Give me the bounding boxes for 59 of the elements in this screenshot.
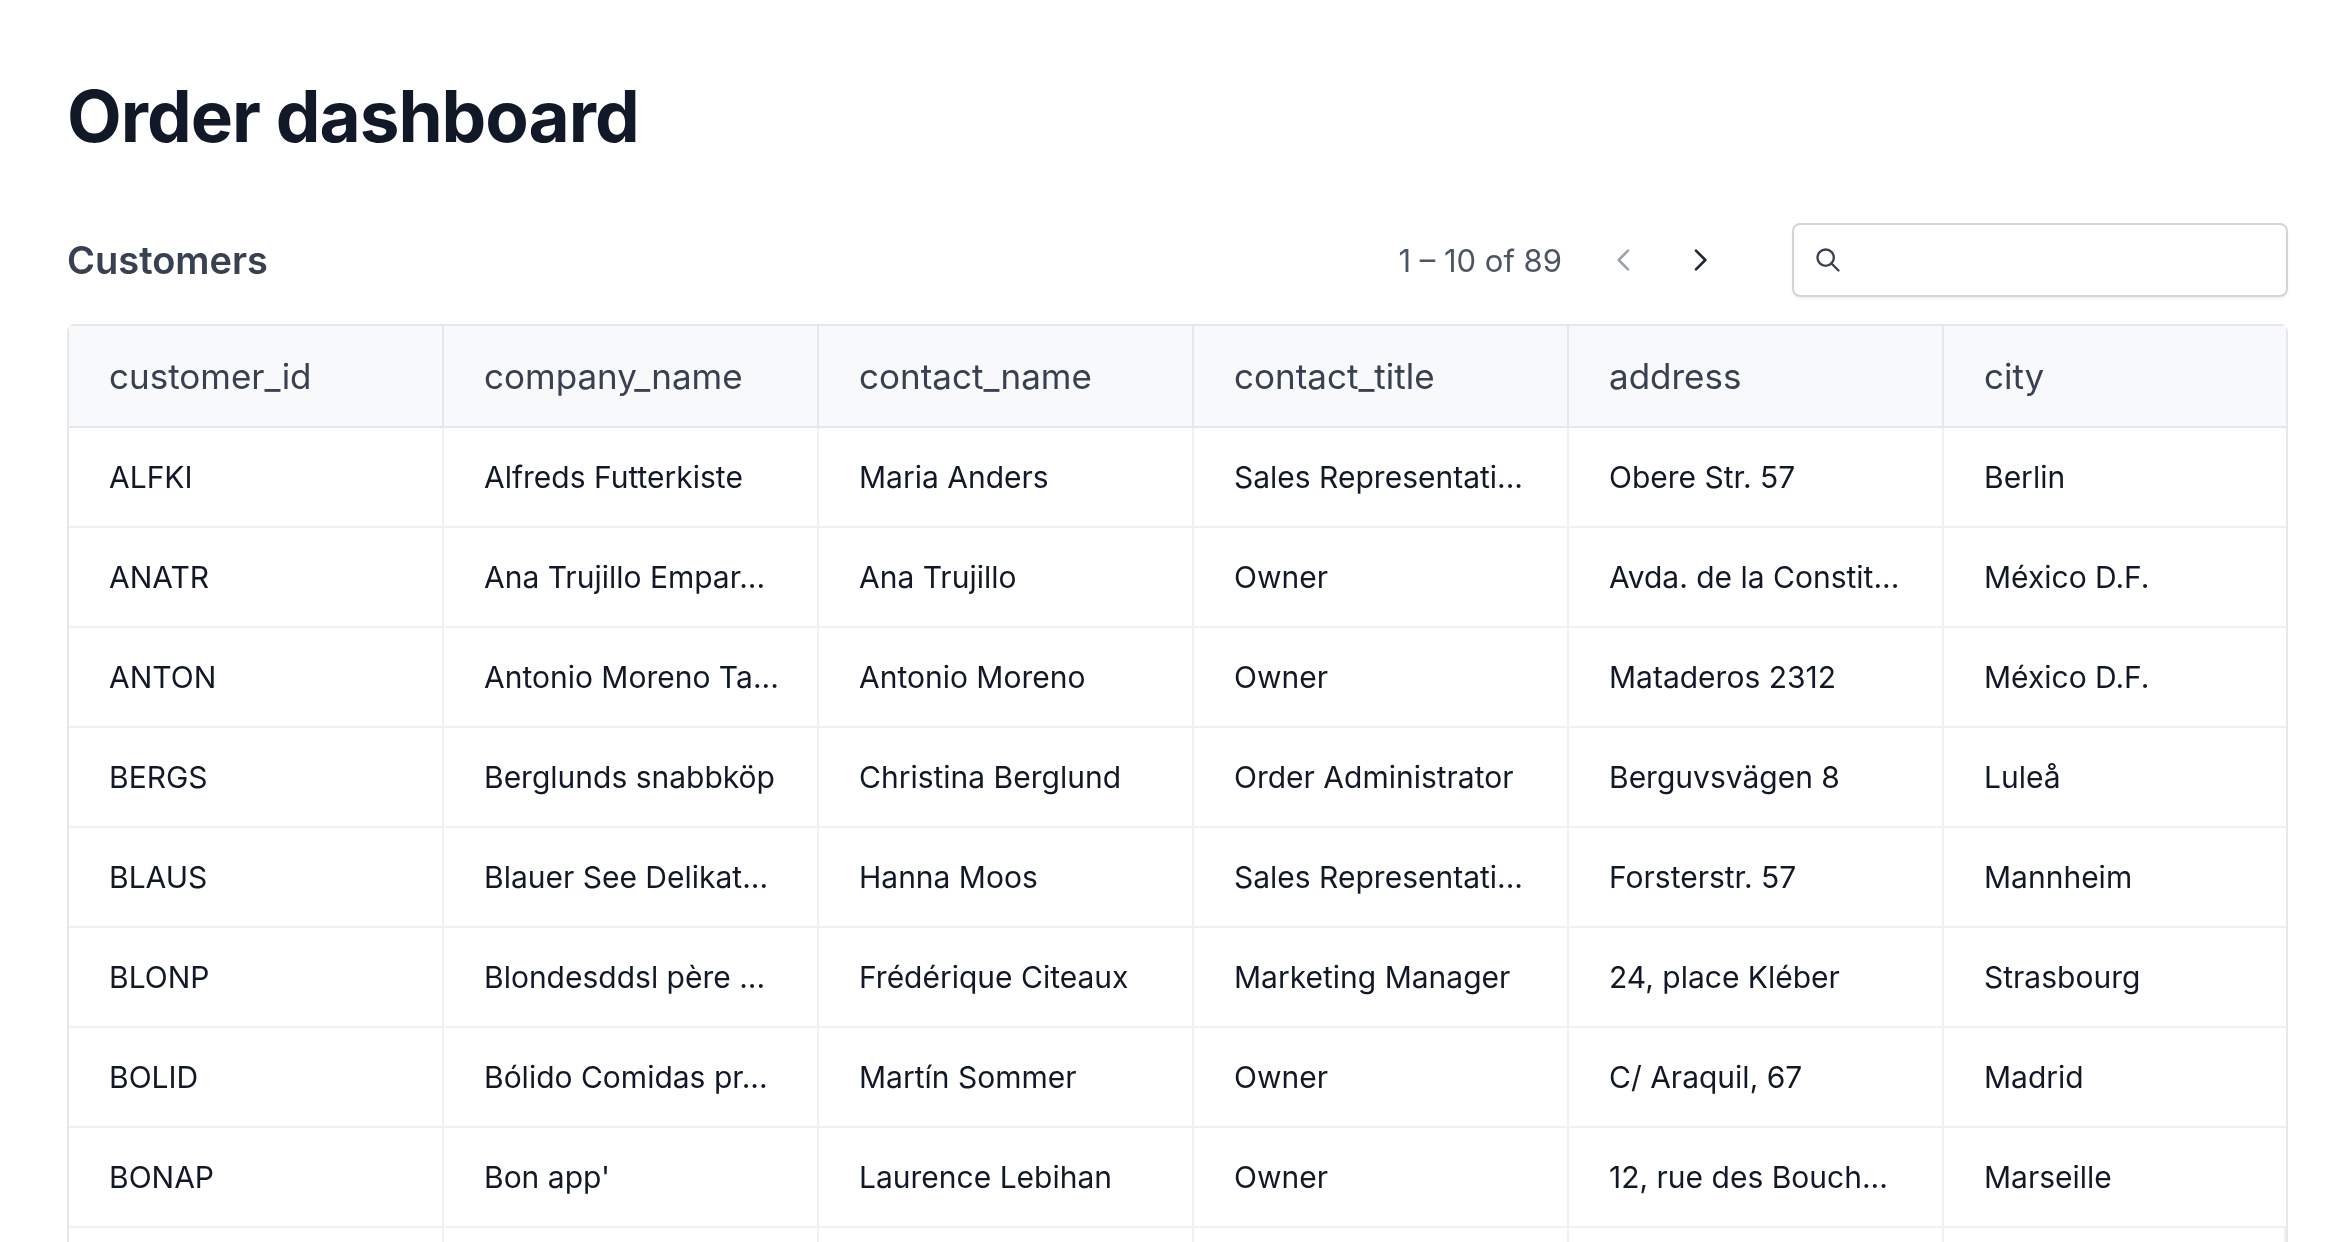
table-cell: México D.F. xyxy=(1944,528,2286,628)
table-cell: Berlin xyxy=(1944,428,2286,528)
table-cell: Owner xyxy=(1194,1128,1569,1228)
table-cell: C/ Araquil, 67 xyxy=(1569,1028,1944,1128)
table-cell: 24, place Kléber xyxy=(1569,928,1944,1028)
table-cell: Ana Trujillo xyxy=(819,528,1194,628)
search-field[interactable] xyxy=(1792,223,2288,297)
table-cell: Avda. de la Constit... xyxy=(1569,528,1944,628)
column-header[interactable]: contact_name xyxy=(819,326,1194,428)
table-cell: Antonio Moreno Ta... xyxy=(444,628,819,728)
table-cell: Berguvsvägen 8 xyxy=(1569,728,1944,828)
table-cell: Marseille xyxy=(1944,1128,2286,1228)
table-cell: Order Administrator xyxy=(1194,728,1569,828)
table-cell: BLAUS xyxy=(69,828,444,928)
column-header[interactable]: address xyxy=(1569,326,1944,428)
table-cell: Sales Representati... xyxy=(1194,428,1569,528)
table-cell: Obere Str. 57 xyxy=(1569,428,1944,528)
table-cell: Forsterstr. 57 xyxy=(1569,828,1944,928)
column-header[interactable]: company_name xyxy=(444,326,819,428)
column-header[interactable]: customer_id xyxy=(69,326,444,428)
pagination-range: 1 – 10 of 89 xyxy=(1398,241,1562,279)
table-cell: Bólido Comidas pr... xyxy=(444,1028,819,1128)
table-cell: Hanna Moos xyxy=(819,828,1194,928)
table-cell: Martín Sommer xyxy=(819,1028,1194,1128)
table-cell: BONAP xyxy=(69,1128,444,1228)
table-cell: ALFKI xyxy=(69,428,444,528)
table-cell: Frédérique Citeaux xyxy=(819,928,1194,1028)
table-cell: Mannheim xyxy=(1944,828,2286,928)
table-cell: 12, rue des Bouch... xyxy=(1569,1128,1944,1228)
table-cell: ANTON xyxy=(69,628,444,728)
table-cell: BERGS xyxy=(69,728,444,828)
table-cell: ANATR xyxy=(69,528,444,628)
table-cell: Owner xyxy=(1194,528,1569,628)
table-cell: Alfreds Futterkiste xyxy=(444,428,819,528)
table-cell: Blondesddsl père ... xyxy=(444,928,819,1028)
table-cell: Berglunds snabbköp xyxy=(444,728,819,828)
table-cell: BOLID xyxy=(69,1028,444,1128)
table-cell: Owner xyxy=(1194,1028,1569,1128)
table-cell: Owner xyxy=(1194,628,1569,728)
table-cell: México D.F. xyxy=(1944,628,2286,728)
table-cell: Ana Trujillo Empar... xyxy=(444,528,819,628)
table-cell: BLONP xyxy=(69,928,444,1028)
table-cell: Maria Anders xyxy=(819,428,1194,528)
page-title: Order dashboard xyxy=(67,72,639,161)
table-cell: Luleå xyxy=(1944,728,2286,828)
table-cell: Madrid xyxy=(1944,1028,2286,1128)
table-cell: Laurence Lebihan xyxy=(819,1128,1194,1228)
table-cell: Antonio Moreno xyxy=(819,628,1194,728)
table-cell: Strasbourg xyxy=(1944,928,2286,1028)
column-header[interactable]: city xyxy=(1944,326,2286,428)
table-cell: Mataderos 2312 xyxy=(1569,628,1944,728)
column-header[interactable]: contact_title xyxy=(1194,326,1569,428)
section-title: Customers xyxy=(67,237,268,283)
table-cell: Bon app' xyxy=(444,1128,819,1228)
table-cell: Blauer See Delikat... xyxy=(444,828,819,928)
search-icon xyxy=(1814,246,1842,274)
table-cell: Christina Berglund xyxy=(819,728,1194,828)
table-cell: Marketing Manager xyxy=(1194,928,1569,1028)
table-cell: Sales Representati... xyxy=(1194,828,1569,928)
